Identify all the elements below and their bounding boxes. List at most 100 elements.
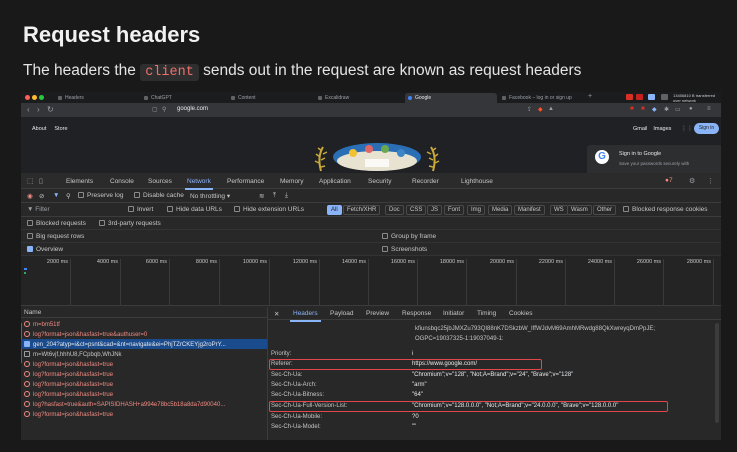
tab-payload[interactable]: Payload bbox=[330, 310, 354, 317]
type-filter-fetch[interactable]: Fetch/XHR bbox=[343, 205, 381, 215]
request-row[interactable]: log?format=json&hasfast=true&authuser=0 bbox=[21, 329, 267, 339]
back-icon[interactable]: ‹ bbox=[27, 105, 30, 114]
tab-headers[interactable]: Headers bbox=[55, 93, 140, 103]
extension-icon[interactable]: ◆ bbox=[652, 106, 657, 113]
forward-icon[interactable]: › bbox=[37, 105, 40, 114]
request-row[interactable]: log?format=json&hasfast=true bbox=[21, 359, 267, 369]
import-icon[interactable]: ⤒ bbox=[273, 192, 276, 200]
type-filter-js[interactable]: JS bbox=[427, 205, 443, 215]
extension-icon[interactable] bbox=[648, 94, 655, 100]
request-row-selected[interactable]: gen_204?atyp=i&ct=psnt&cad=&nt=navigate&… bbox=[21, 339, 267, 349]
type-filter-all[interactable]: All bbox=[327, 205, 342, 215]
tab-headers-detail[interactable]: Headers bbox=[290, 310, 321, 322]
sign-in-button[interactable]: Sign in bbox=[694, 123, 719, 134]
maximize-window-icon[interactable] bbox=[39, 95, 44, 100]
gmail-link[interactable]: Gmail bbox=[633, 126, 647, 132]
preserve-log-checkbox[interactable]: Preserve log bbox=[78, 192, 124, 199]
request-row[interactable]: log?format=json&hasfast=true bbox=[21, 369, 267, 379]
images-link[interactable]: Images bbox=[653, 126, 671, 132]
tab-memory[interactable]: Memory bbox=[280, 178, 303, 185]
extension-icon[interactable]: ■ bbox=[630, 106, 634, 112]
window-controls[interactable] bbox=[25, 95, 46, 102]
type-filter-other[interactable]: Other bbox=[593, 205, 617, 215]
extension-icon[interactable] bbox=[636, 94, 643, 100]
tab-lighthouse[interactable]: Lighthouse bbox=[461, 178, 493, 185]
wifi-icon[interactable]: ≋ bbox=[259, 192, 264, 200]
type-filter-img[interactable]: Img bbox=[467, 205, 486, 215]
type-filter-ws[interactable]: WS bbox=[550, 205, 568, 215]
third-party-checkbox[interactable]: 3rd-party requests bbox=[99, 220, 161, 227]
filter-input[interactable]: ▼ Filter bbox=[27, 206, 50, 213]
type-filter-media[interactable]: Media bbox=[488, 205, 513, 215]
error-count-badge[interactable]: ●7 bbox=[665, 177, 673, 184]
screenshots-checkbox[interactable]: Screenshots bbox=[382, 246, 427, 253]
blocked-requests-checkbox[interactable]: Blocked requests bbox=[27, 220, 86, 227]
tab-initiator[interactable]: Initiator bbox=[443, 310, 464, 317]
bookmark-icon[interactable]: ▢ bbox=[152, 106, 158, 113]
tab-recorder[interactable]: Recorder bbox=[412, 178, 439, 185]
device-toolbar-icon[interactable]: ▯ bbox=[39, 177, 43, 185]
profile-icon[interactable]: ● bbox=[689, 106, 693, 112]
tab-security[interactable]: Security bbox=[368, 178, 391, 185]
url-input[interactable]: google.com bbox=[177, 105, 577, 115]
apps-grid-icon[interactable]: ⋮⋮ bbox=[681, 125, 693, 132]
group-by-frame-checkbox[interactable]: Group by frame bbox=[382, 233, 436, 240]
network-timeline[interactable]: 2000 ms 4000 ms 6000 ms 8000 ms 10000 ms… bbox=[21, 256, 721, 306]
tab-console[interactable]: Console bbox=[110, 178, 134, 185]
invert-checkbox[interactable]: Invert bbox=[128, 206, 153, 213]
request-row[interactable]: log?format=json&hasfast=true bbox=[21, 379, 267, 389]
big-request-rows-checkbox[interactable]: Big request rows bbox=[27, 233, 84, 240]
search-icon[interactable]: ⚲ bbox=[66, 192, 71, 200]
settings-gear-icon[interactable]: ⚙ bbox=[689, 177, 695, 185]
request-row[interactable]: m=Wt6vjf,hhhU8,FCpbqb,WhJNk bbox=[21, 349, 267, 359]
type-filter-wasm[interactable]: Wasm bbox=[567, 205, 592, 215]
store-link[interactable]: Store bbox=[54, 126, 67, 132]
share-icon[interactable]: ⇪ bbox=[527, 106, 532, 113]
extension-icon[interactable] bbox=[626, 94, 633, 100]
new-tab-button[interactable]: + bbox=[588, 93, 592, 100]
overview-checkbox[interactable]: Overview bbox=[27, 246, 63, 253]
puzzle-icon[interactable]: ✱ bbox=[664, 106, 669, 113]
export-icon[interactable]: ⤓ bbox=[285, 192, 288, 200]
more-options-icon[interactable]: ⋮ bbox=[707, 177, 714, 185]
tab-google[interactable]: Google bbox=[405, 93, 497, 103]
blocked-response-cookies-checkbox[interactable]: Blocked response cookies bbox=[623, 206, 708, 213]
tab-sources[interactable]: Sources bbox=[148, 178, 172, 185]
type-filter-font[interactable]: Font bbox=[444, 205, 465, 215]
download-icon[interactable] bbox=[661, 94, 668, 100]
request-row[interactable]: m=bm51tf bbox=[21, 319, 267, 329]
site-info-icon[interactable]: ⚲ bbox=[162, 106, 166, 113]
hide-data-urls-checkbox[interactable]: Hide data URLs bbox=[167, 206, 222, 213]
tab-cookies[interactable]: Cookies bbox=[509, 310, 532, 317]
about-link[interactable]: About bbox=[32, 126, 46, 132]
tab-elements[interactable]: Elements bbox=[66, 178, 93, 185]
tab-network[interactable]: Network bbox=[185, 178, 213, 190]
type-filter-css[interactable]: CSS bbox=[406, 205, 427, 215]
request-row[interactable]: log?format=json&hasfast=true bbox=[21, 409, 267, 419]
tab-application[interactable]: Application bbox=[319, 178, 351, 185]
request-row[interactable]: log?hasfast=true&auth=SAPISIDHASH+a994e7… bbox=[21, 399, 267, 409]
tab-chatgpt[interactable]: ChatGPT bbox=[141, 93, 227, 103]
close-detail-icon[interactable]: ✕ bbox=[274, 310, 279, 318]
tab-timing[interactable]: Timing bbox=[477, 310, 496, 317]
name-column-header[interactable]: Name bbox=[21, 307, 267, 318]
close-window-icon[interactable] bbox=[25, 95, 30, 100]
wallet-icon[interactable]: ▭ bbox=[675, 106, 681, 113]
request-row[interactable]: log?format=json&hasfast=true bbox=[21, 389, 267, 399]
extension-icon[interactable]: ■ bbox=[641, 106, 645, 112]
clear-icon[interactable]: ⊘ bbox=[39, 192, 44, 200]
tab-facebook[interactable]: Facebook – log in or sign up bbox=[499, 93, 585, 103]
inspect-icon[interactable]: ⬚ bbox=[27, 177, 34, 185]
tab-excalidraw[interactable]: Excalidraw bbox=[315, 93, 401, 103]
minimize-window-icon[interactable] bbox=[32, 95, 37, 100]
disable-cache-checkbox[interactable]: Disable cache bbox=[134, 192, 184, 199]
type-filter-doc[interactable]: Doc bbox=[385, 205, 404, 215]
throttling-select[interactable]: No throttling ▾ bbox=[190, 192, 230, 200]
tab-performance[interactable]: Performance bbox=[227, 178, 264, 185]
google-signin-popup[interactable]: G Sign in to Google Save your passwords … bbox=[587, 145, 721, 173]
hide-extension-urls-checkbox[interactable]: Hide extension URLs bbox=[234, 206, 304, 213]
record-icon[interactable]: ◉ bbox=[27, 192, 33, 200]
detail-scrollbar[interactable] bbox=[715, 323, 719, 423]
filter-icon[interactable]: ▼ bbox=[53, 192, 59, 199]
tab-content[interactable]: Content bbox=[228, 93, 314, 103]
